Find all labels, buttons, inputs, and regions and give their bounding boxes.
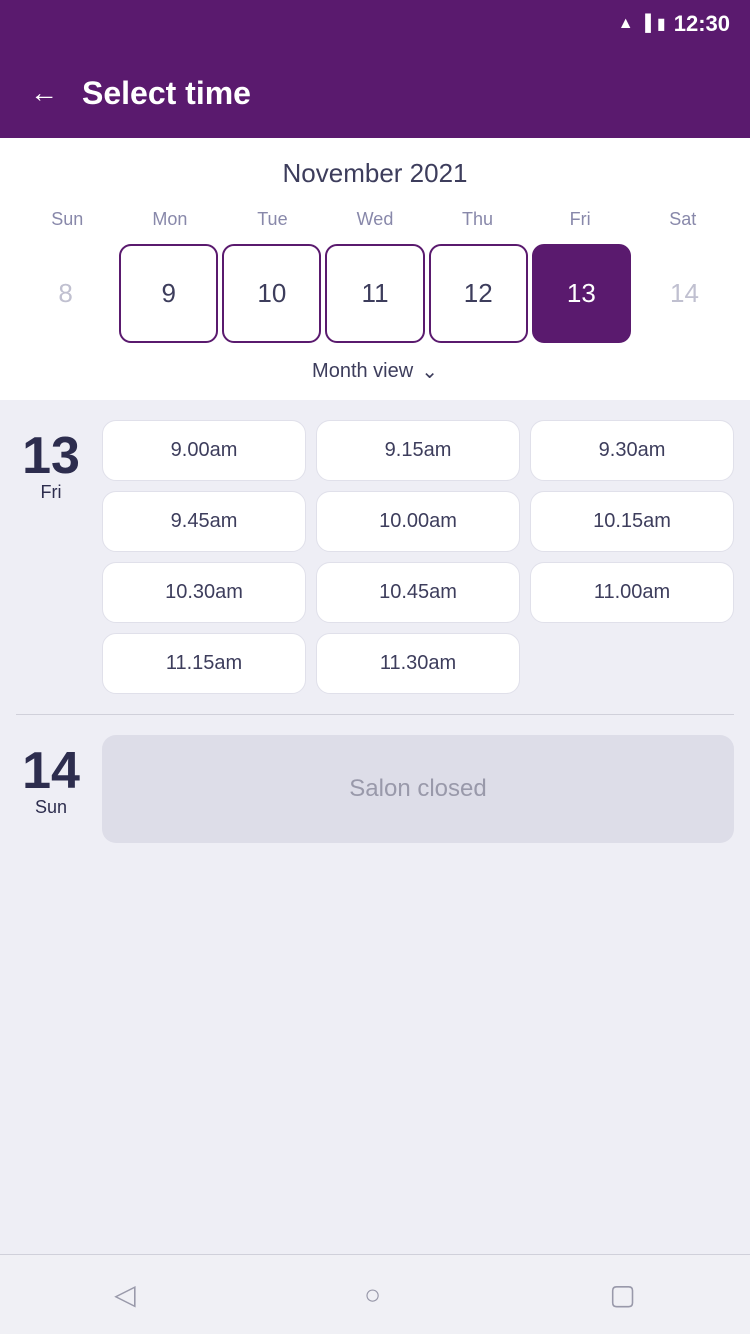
time-slot-1000am[interactable]: 10.00am <box>316 491 520 552</box>
day-cell-9[interactable]: 9 <box>119 244 218 343</box>
time-section: 13Fri 9.00am9.15am9.30am 9.45am10.00am10.1… <box>0 400 750 1254</box>
bottom-nav: ◁ ○ ▢ <box>0 1254 750 1334</box>
day-cell-13[interactable]: 13 <box>532 244 631 343</box>
divider <box>16 714 734 715</box>
battery-icon: ▮ <box>657 14 666 34</box>
home-nav-icon[interactable]: ○ <box>364 1279 381 1311</box>
day-number: 13 <box>22 430 80 482</box>
day-number: 14 <box>22 745 80 797</box>
salon-closed-block: 14SunSalon closed <box>16 735 734 843</box>
day-label-13: 13Fri <box>16 420 86 694</box>
time-slot-1045am[interactable]: 10.45am <box>316 562 520 623</box>
day-label-14: 14Sun <box>16 735 86 843</box>
day-name: Fri <box>41 482 62 503</box>
signal-icon: ▐ <box>640 15 651 33</box>
time-slot-1015am[interactable]: 10.15am <box>530 491 734 552</box>
page-title: Select time <box>82 75 251 112</box>
time-slot-915am[interactable]: 9.15am <box>316 420 520 481</box>
day-cell-14: 14 <box>635 244 734 343</box>
day-header-mon: Mon <box>119 205 222 234</box>
recents-nav-icon[interactable]: ▢ <box>609 1278 635 1311</box>
time-grid: 9.00am9.15am9.30am9.45am10.00am10.15am10… <box>102 420 734 694</box>
time-slot-1115am[interactable]: 11.15am <box>102 633 306 694</box>
day-header-sun: Sun <box>16 205 119 234</box>
day-header-sat: Sat <box>631 205 734 234</box>
status-bar: ▲ ▐ ▮ 12:30 <box>0 0 750 48</box>
month-view-label: Month view <box>312 360 413 383</box>
day-cell-11[interactable]: 11 <box>325 244 424 343</box>
time-slot-1030am[interactable]: 10.30am <box>102 562 306 623</box>
app-header: ← Select time <box>0 48 750 138</box>
calendar-section: November 2021 SunMonTueWedThuFriSat 8910… <box>0 138 750 400</box>
day-header-thu: Thu <box>426 205 529 234</box>
back-nav-icon[interactable]: ◁ <box>114 1278 136 1311</box>
status-time: 12:30 <box>674 11 730 37</box>
wifi-icon: ▲ <box>618 15 634 33</box>
day-cells: 891011121314 <box>16 244 734 343</box>
day-header-fri: Fri <box>529 205 632 234</box>
time-slot-930am[interactable]: 9.30am <box>530 420 734 481</box>
day-cell-8: 8 <box>16 244 115 343</box>
time-slot-945am[interactable]: 9.45am <box>102 491 306 552</box>
month-year-label: November 2021 <box>16 158 734 189</box>
day-header-wed: Wed <box>324 205 427 234</box>
time-slot-1100am[interactable]: 11.00am <box>530 562 734 623</box>
day-header-tue: Tue <box>221 205 324 234</box>
month-view-toggle[interactable]: Month view ⌄ <box>16 359 734 384</box>
day-block-13: 13Fri 9.00am9.15am9.30am 9.45am10.00am10.1… <box>16 420 734 694</box>
back-button[interactable]: ← <box>30 77 58 109</box>
chevron-down-icon: ⌄ <box>421 359 438 384</box>
day-cell-10[interactable]: 10 <box>222 244 321 343</box>
salon-closed-box: Salon closed <box>102 735 734 843</box>
day-headers: SunMonTueWedThuFriSat <box>16 205 734 234</box>
status-icons: ▲ ▐ ▮ <box>618 14 666 34</box>
time-slot-900am[interactable]: 9.00am <box>102 420 306 481</box>
time-slot-1130am[interactable]: 11.30am <box>316 633 520 694</box>
day-name: Sun <box>35 797 67 818</box>
day-cell-12[interactable]: 12 <box>429 244 528 343</box>
